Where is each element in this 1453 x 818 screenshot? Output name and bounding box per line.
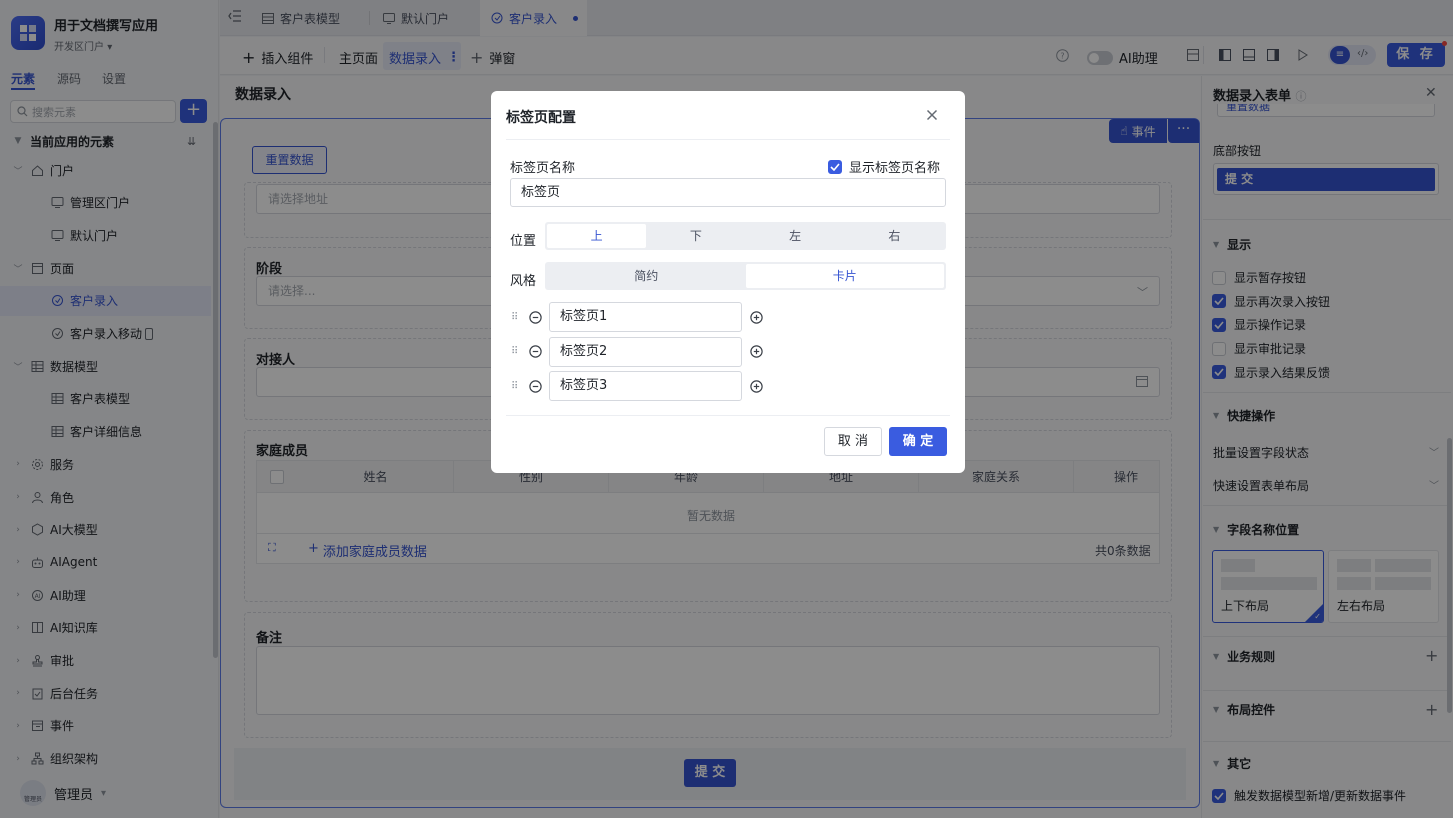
drag-handle-icon[interactable]: ⠿ <box>511 312 523 323</box>
tab-config-dialog: 标签页配置 标签页名称 显示标签页名称 标签页 位置 上下左右 风格 简约 卡片 … <box>491 91 965 473</box>
style-label: 风格 <box>510 274 537 289</box>
position-label: 位置 <box>510 234 537 249</box>
tab-item-input[interactable]: 标签页2 <box>549 336 742 367</box>
confirm-button[interactable]: 确 定 <box>889 427 947 456</box>
remove-circle-icon[interactable] <box>529 379 542 393</box>
position-right-option[interactable]: 右 <box>845 224 944 248</box>
dialog-title: 标签页配置 <box>506 110 576 126</box>
remove-circle-icon[interactable] <box>529 310 542 324</box>
tab-item-row: ⠿ 标签页3 <box>511 371 763 401</box>
position-segmented: 上下左右 <box>545 222 946 250</box>
style-simple-option[interactable]: 简约 <box>547 264 746 288</box>
style-segmented: 简约 卡片 <box>545 262 946 290</box>
add-circle-icon[interactable] <box>750 379 763 393</box>
cancel-button[interactable]: 取 消 <box>824 427 882 456</box>
show-tab-name-option[interactable]: 显示标签页名称 <box>828 157 940 176</box>
position-left-option[interactable]: 左 <box>746 224 845 248</box>
tab-item-row: ⠿ 标签页2 <box>511 336 763 367</box>
tab-name-input[interactable]: 标签页 <box>510 178 946 207</box>
position-top-option[interactable]: 上 <box>547 224 647 248</box>
tab-item-input[interactable]: 标签页3 <box>549 371 742 401</box>
remove-circle-icon[interactable] <box>529 345 542 358</box>
position-bottom-option[interactable]: 下 <box>646 224 745 248</box>
close-icon[interactable] <box>923 106 941 124</box>
drag-handle-icon[interactable]: ⠿ <box>511 346 523 357</box>
style-card-option[interactable]: 卡片 <box>745 264 944 288</box>
drag-handle-icon[interactable]: ⠿ <box>511 381 523 392</box>
checkbox-checked[interactable] <box>828 159 842 174</box>
tab-item-row: ⠿ 标签页1 <box>511 302 763 332</box>
dialog-divider <box>506 415 950 416</box>
show-name-label: 显示标签页名称 <box>849 161 941 176</box>
add-circle-icon[interactable] <box>750 345 763 358</box>
tab-item-input[interactable]: 标签页1 <box>549 302 742 332</box>
dialog-divider <box>506 139 950 140</box>
tab-name-label: 标签页名称 <box>510 161 576 176</box>
add-circle-icon[interactable] <box>750 310 763 324</box>
